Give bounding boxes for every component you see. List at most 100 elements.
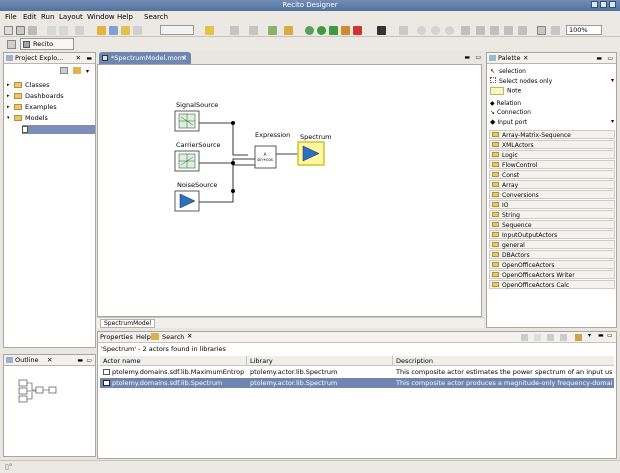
signalsource-actor[interactable] — [174, 110, 200, 132]
maximize-icon[interactable]: ▭ — [607, 332, 613, 339]
perspective-button[interactable]: Recito Design — [20, 38, 74, 59]
palette-group-string[interactable]: String — [489, 210, 615, 219]
collapse-all-icon[interactable] — [60, 67, 68, 74]
outline-tab[interactable]: Outline ✕ ▬ ▭ — [4, 355, 95, 366]
tree-item-examples[interactable]: ▸ Examples — [7, 103, 57, 112]
cancel-search-icon[interactable] — [521, 334, 528, 341]
menu-window[interactable]: Window — [87, 13, 115, 21]
minimize-icon[interactable] — [591, 1, 598, 8]
column-divider[interactable] — [246, 356, 247, 366]
close-icon[interactable]: ✕ — [182, 52, 187, 64]
close-icon[interactable]: ✕ — [47, 355, 52, 366]
history-icon[interactable] — [534, 334, 541, 341]
palette-group-openofficeactors[interactable]: OpenOfficeActors — [489, 260, 615, 269]
tree-item-classes[interactable]: ▸ Classes — [7, 81, 50, 90]
layout-icon[interactable] — [399, 26, 408, 35]
palette-group-xmlactors[interactable]: XMLActors — [489, 140, 615, 149]
lightbulb-icon[interactable] — [205, 26, 214, 35]
tab-help[interactable]: Help — [136, 333, 151, 341]
palette-selection[interactable]: ↖ selection — [490, 68, 526, 75]
tab-search[interactable]: Search — [162, 333, 184, 341]
zoom-out-icon[interactable] — [445, 26, 454, 35]
cut-icon[interactable] — [75, 26, 84, 35]
view-menu-icon[interactable]: ▾ — [86, 68, 89, 75]
wand-icon[interactable] — [284, 26, 293, 35]
grid-icon[interactable] — [461, 26, 470, 35]
column-description[interactable]: Description — [396, 357, 433, 365]
align-icon[interactable] — [230, 26, 239, 35]
menu-search[interactable]: Search — [144, 13, 168, 21]
tree-item-dashboards[interactable]: ▸ Dashboards — [7, 92, 64, 101]
column-divider[interactable] — [392, 356, 393, 366]
redo-icon[interactable] — [59, 26, 68, 35]
expand-all-icon[interactable] — [547, 334, 554, 341]
palette-group-io[interactable]: IO — [489, 200, 615, 209]
close-icon[interactable] — [609, 1, 616, 8]
palette-group-general[interactable]: general — [489, 240, 615, 249]
close-icon[interactable]: ✕ — [187, 332, 192, 340]
guides-icon[interactable] — [490, 26, 499, 35]
menu-file[interactable]: File — [5, 13, 17, 21]
edit-icon[interactable] — [268, 26, 277, 35]
palette-select-nodes[interactable]: Select nodes only ▾ — [490, 77, 614, 85]
outline-thumbnail[interactable] — [16, 377, 66, 407]
undo-icon[interactable] — [47, 26, 56, 35]
palette-group-openofficeactors-writer[interactable]: OpenOfficeActors Writer — [489, 270, 615, 279]
wire-noise[interactable] — [199, 164, 255, 203]
menu-layout[interactable]: Layout — [59, 13, 83, 21]
minimize-icon[interactable]: ▬ — [77, 355, 83, 366]
model-canvas[interactable]: SignalSource CarrierSource NoiseSource E… — [97, 64, 482, 317]
tree-item-spectrummodel[interactable]: SpectrumModel.moml — [22, 125, 95, 142]
minimize-icon[interactable]: ▬ — [464, 54, 470, 61]
maximize-icon[interactable]: ▭ — [475, 54, 481, 61]
open-perspective-icon[interactable] — [7, 40, 16, 49]
delete-icon[interactable] — [133, 26, 142, 35]
tree-item-models[interactable]: ▾ Models — [7, 114, 48, 123]
dropdown-icon[interactable]: ▾ — [611, 118, 614, 125]
dropdown-icon[interactable]: ▾ — [611, 77, 614, 84]
play-icon[interactable] — [317, 26, 326, 35]
palette-group-array[interactable]: Array — [489, 180, 615, 189]
model-page-tab[interactable]: SpectrumModel — [100, 319, 156, 328]
editor-tab[interactable]: *SpectrumModel.moml ✕ — [99, 52, 191, 64]
palette-note[interactable]: Note — [490, 87, 521, 95]
save-all-icon[interactable] — [28, 26, 37, 35]
menu-help[interactable]: Help — [117, 13, 133, 21]
rulers-icon[interactable] — [504, 26, 513, 35]
carriersource-actor[interactable] — [174, 150, 200, 172]
snap-icon[interactable] — [476, 26, 485, 35]
palette-group-openofficeactors-calc[interactable]: OpenOfficeActors Calc — [489, 280, 615, 289]
palette-input-port[interactable]: ◆ Input port ▾ — [490, 118, 614, 126]
palette-group-const[interactable]: Const — [489, 170, 615, 179]
pin-icon[interactable] — [575, 334, 582, 341]
palette-connection[interactable]: ↘ Connection — [490, 109, 531, 116]
copy-icon[interactable] — [109, 26, 118, 35]
menu-edit[interactable]: Edit — [23, 13, 37, 21]
expand-icon[interactable]: ▸ — [7, 92, 10, 101]
window-controls[interactable] — [591, 1, 617, 9]
fit-icon[interactable] — [518, 26, 527, 35]
project-explorer-tab[interactable]: Project Explo... ✕ ▬ — [4, 53, 95, 64]
paste-icon[interactable] — [121, 26, 130, 35]
palette-group-dbactors[interactable]: DBActors — [489, 250, 615, 259]
palette-group-array-matrix-sequence[interactable]: Array-Matrix-Sequence — [489, 130, 615, 139]
wire-signal[interactable] — [199, 122, 248, 156]
minimize-icon[interactable]: ▬ — [596, 53, 602, 64]
relation-icon[interactable] — [231, 189, 235, 193]
view-icon[interactable] — [551, 26, 560, 35]
palette-group-logic[interactable]: Logic — [489, 150, 615, 159]
build-icon[interactable] — [97, 26, 106, 35]
step-icon[interactable] — [329, 26, 338, 35]
menu-run[interactable]: Run — [41, 13, 54, 21]
pause-icon[interactable] — [341, 26, 350, 35]
column-actor-name[interactable]: Actor name — [103, 357, 141, 365]
close-icon[interactable]: ✕ — [523, 53, 528, 64]
close-icon[interactable]: ✕ — [76, 53, 81, 64]
collapse-all-icon[interactable] — [560, 334, 567, 341]
fast-view-icon[interactable]: ▯° — [5, 463, 12, 471]
relation-icon[interactable] — [231, 121, 235, 125]
maximize-icon[interactable]: ▭ — [607, 53, 613, 64]
palette-group-sequence[interactable]: Sequence — [489, 220, 615, 229]
minimize-icon[interactable]: ▬ — [86, 53, 92, 64]
collapse-icon[interactable]: ▾ — [7, 114, 10, 123]
